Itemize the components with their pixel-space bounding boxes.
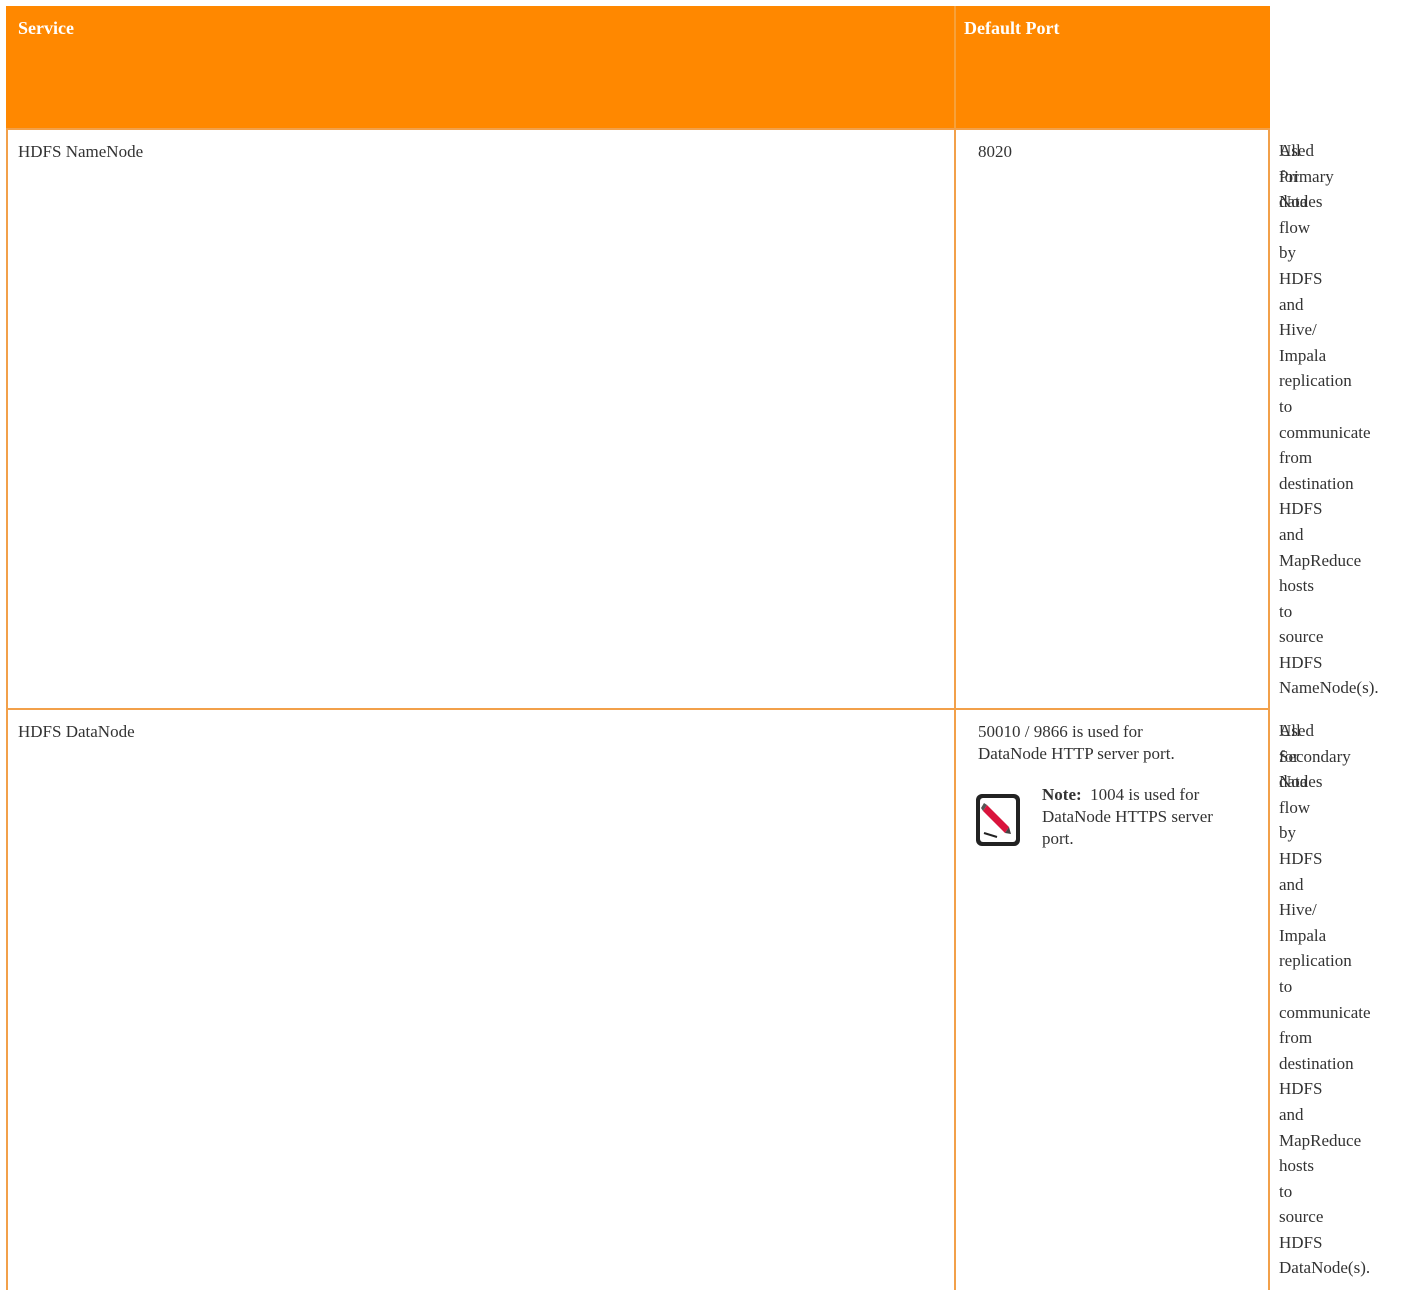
desc-word: Used [1279,721,1314,740]
row-2-desc-overlay-line2b: for [1279,744,1299,770]
row-2-description: flow by HDFS and Hive/ Impala replicatio… [1279,797,1371,1278]
row-2-port: 50010 / 9866 is used for DataNode HTTP s… [978,722,1175,763]
desc-word: Used [1279,141,1314,160]
header-service: Service [18,18,74,38]
row-divider [6,708,1270,710]
desc-word: data [1279,192,1308,212]
header-default-port: Default Port [964,18,1060,38]
desc-word: data [1279,772,1308,792]
note-label: Note: [1042,785,1082,804]
table-header: Service Default Port [6,6,1270,128]
row-1-description: flow by HDFS and Hive/ Impala replicatio… [1279,217,1379,698]
column-divider [1268,128,1270,1290]
desc-word: for [1279,746,1299,766]
desc-word: for [1279,166,1299,186]
row-2-service: HDFS DataNode [18,722,135,741]
row-1-port: 8020 [978,142,1012,161]
row-1-service: HDFS NameNode [18,142,144,161]
row-2-note: Note: 1004 is used for DataNode HTTPS se… [1042,784,1242,850]
row-divider [6,128,1270,130]
row-1-desc-overlay-line2b: for [1279,164,1299,190]
row-2-desc-overlay-line1b: Used [1279,718,1314,744]
column-divider [954,128,956,1290]
row-1-desc-overlay-line3b: data [1279,189,1307,215]
row-1-desc-overlay-line1b: Used [1279,138,1314,164]
pencil-note-icon [975,793,1021,847]
column-divider [6,128,8,1290]
row-2-desc-overlay-line3b: data [1279,769,1307,795]
header-divider [954,6,956,128]
